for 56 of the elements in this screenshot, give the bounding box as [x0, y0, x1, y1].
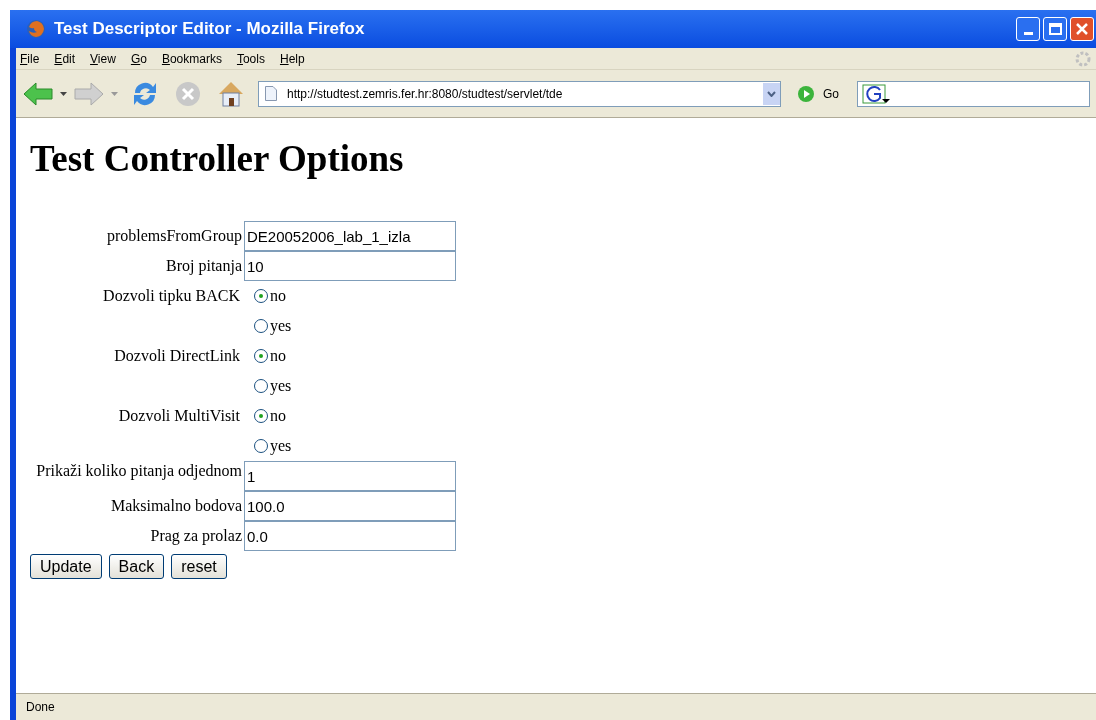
- field-label: Dozvoli DirectLink: [113, 346, 241, 366]
- text-field[interactable]: 100.0: [244, 491, 456, 521]
- close-icon: [1076, 23, 1088, 35]
- radio-button[interactable]: [254, 409, 268, 423]
- menu-item[interactable]: Help: [279, 49, 305, 68]
- field-label: problemsFromGroup: [105, 226, 243, 247]
- field-label: Prag za prolaz: [149, 526, 243, 547]
- field-label: Broj pitanja: [165, 256, 243, 277]
- text-field[interactable]: 10: [244, 251, 456, 281]
- go-icon[interactable]: [797, 84, 815, 103]
- form-button[interactable]: Update: [30, 554, 102, 579]
- caret-icon: [767, 90, 776, 97]
- radio-button[interactable]: [254, 349, 268, 363]
- radio-label: yes: [270, 316, 292, 337]
- minimize-icon: [1023, 32, 1033, 35]
- radio-label: no: [270, 286, 286, 306]
- text-field[interactable]: 0.0: [244, 521, 456, 551]
- back-arrow-icon[interactable]: [22, 80, 54, 107]
- search-engine-icon: [862, 83, 892, 104]
- radio-label: no: [270, 346, 286, 366]
- maximize-button[interactable]: [1043, 17, 1067, 41]
- form-button[interactable]: Back: [108, 554, 165, 579]
- page-icon: [265, 86, 277, 101]
- throbber-icon: [1074, 49, 1092, 68]
- go-button[interactable]: Go: [821, 84, 841, 103]
- field-label: Dozvoli MultiVisit: [117, 406, 241, 426]
- minimize-button[interactable]: [1016, 17, 1040, 41]
- field-label: Dozvoli tipku BACK: [102, 286, 241, 307]
- radio-button[interactable]: [254, 379, 268, 393]
- radio-label: no: [270, 406, 286, 426]
- window-title: Test Descriptor Editor - Mozilla Firefox: [54, 18, 365, 41]
- radio-button[interactable]: [254, 319, 268, 333]
- menu-item[interactable]: File: [20, 49, 40, 68]
- form-button[interactable]: reset: [171, 554, 227, 579]
- radio-button[interactable]: [254, 439, 268, 453]
- search-field[interactable]: [857, 80, 1090, 107]
- field-label: Prikaži koliko pitanja odjednom: [35, 461, 243, 482]
- maximize-icon: [1048, 23, 1062, 35]
- field-label: Maksimalno bodova: [109, 496, 243, 516]
- menu-item[interactable]: Bookmarks: [161, 49, 222, 68]
- radio-button[interactable]: [254, 289, 268, 303]
- page-heading: Test Controller Options: [30, 140, 405, 177]
- radio-label: yes: [270, 376, 292, 397]
- text-field[interactable]: DE20052006_lab_1_izla: [244, 221, 456, 251]
- dropdown-button[interactable]: [763, 82, 780, 105]
- menu-item[interactable]: Tools: [236, 49, 265, 68]
- firefox-icon: [26, 19, 46, 39]
- close-button[interactable]: [1070, 17, 1094, 41]
- status-text: Done: [26, 699, 55, 716]
- radio-label: yes: [270, 436, 292, 457]
- menu-item[interactable]: Edit: [54, 49, 76, 68]
- menu-item[interactable]: View: [90, 49, 116, 68]
- address-field[interactable]: http://studtest.zemris.fer.hr:8080/studtest/servlet/tde: [258, 80, 781, 107]
- menu-item[interactable]: Go: [130, 49, 147, 68]
- text-field[interactable]: 1: [244, 461, 456, 491]
- dropdown-arrow-icon[interactable]: [60, 91, 67, 96]
